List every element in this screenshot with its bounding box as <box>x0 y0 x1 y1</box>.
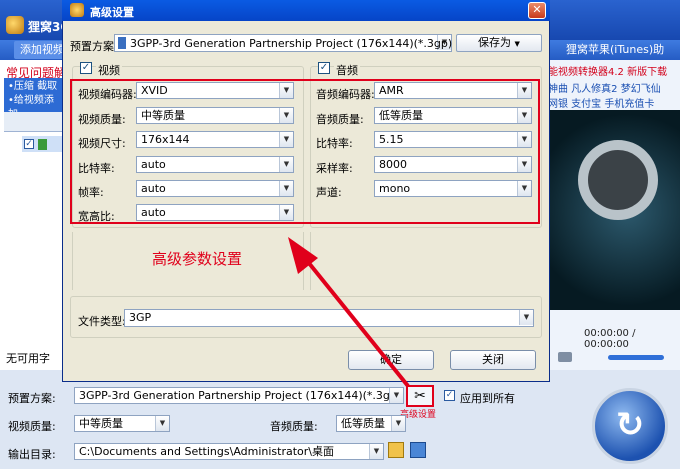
preset-select[interactable]: 3GPP-3rd Generation Partnership Project … <box>74 387 404 404</box>
video-quality-select[interactable]: 中等质量 ▼ <box>74 415 170 432</box>
chevron-down-icon: ▼ <box>389 388 403 403</box>
open-folder-icon[interactable] <box>410 442 426 458</box>
audio-quality-value: 低等质量 <box>341 417 385 430</box>
snapshot-icon[interactable] <box>558 352 572 362</box>
app-logo-icon <box>70 3 84 17</box>
tips-box: •压缩 截取 •给视频添加 <box>4 78 64 120</box>
convert-button[interactable]: ↻ <box>592 388 668 464</box>
time-readout: 00:00:00 / 00:00:00 <box>584 328 636 350</box>
filetype-select[interactable]: 3GP ▼ <box>124 309 534 327</box>
ad-link-2[interactable]: 神曲 凡人修真2 梦幻飞仙 <box>548 80 661 95</box>
chevron-down-icon: ▼ <box>155 416 169 431</box>
audio-quality-select[interactable]: 低等质量 ▼ <box>336 415 406 432</box>
close-button[interactable]: 关闭 <box>450 350 536 370</box>
output-dir-value: C:\Documents and Settings\Administrator\… <box>79 445 335 458</box>
audio-group-title: 音频 <box>334 62 360 78</box>
close-icon[interactable]: ✕ <box>528 2 546 19</box>
audio-enable-checkbox[interactable]: ✓ <box>318 62 330 74</box>
apply-all-label: 应用到所有 <box>460 392 515 405</box>
audio-quality-label: 音频质量: <box>270 420 318 433</box>
chevron-down-icon: ▼ <box>519 310 533 325</box>
filetype-value: 3GP <box>129 311 152 324</box>
highlight-box <box>70 79 540 224</box>
chevron-down-icon: ▼ <box>391 416 405 431</box>
ad-link-1[interactable]: 能视频转换器4.2 新版下载 <box>548 63 667 78</box>
save-as-button[interactable]: 保存为 ▼ <box>456 34 542 52</box>
annotation-caption: 高级参数设置 <box>152 250 243 268</box>
advanced-settings-button[interactable]: ✂ <box>406 385 434 407</box>
dialog-preset-label: 预置方案: <box>70 40 118 53</box>
tip-compress[interactable]: •压缩 截取 <box>8 80 60 94</box>
preset-label: 预置方案: <box>8 392 56 405</box>
refresh-icon: ↻ <box>615 405 645 445</box>
ok-button[interactable]: 确定 <box>348 350 434 370</box>
phone-icon <box>118 37 126 49</box>
list-header <box>4 112 64 132</box>
browse-folder-icon[interactable] <box>388 442 404 458</box>
filetype-label: 文件类型: <box>78 315 126 328</box>
volume-slider[interactable] <box>608 355 664 360</box>
audio-group-lower <box>310 232 542 290</box>
video-group-title: 视频 <box>96 62 122 78</box>
subtitle-select[interactable]: 无可用字 <box>6 350 50 366</box>
tools-icon: ✂ <box>414 388 426 404</box>
output-dir-select[interactable]: C:\Documents and Settings\Administrator\… <box>74 443 384 460</box>
dialog-title-bar <box>62 0 550 21</box>
ad-link-3[interactable]: 网银 支付宝 手机充值卡 <box>548 95 654 110</box>
film-reel-icon <box>578 140 658 220</box>
save-as-label: 保存为 <box>478 36 512 49</box>
video-quality-label: 视频质量: <box>8 420 56 433</box>
preset-value: 3GPP-3rd Generation Partnership Project … <box>79 389 402 402</box>
row-checkbox[interactable]: ✓ <box>24 139 34 149</box>
output-dir-label: 输出目录: <box>8 448 56 461</box>
video-quality-value: 中等质量 <box>79 417 123 430</box>
file-icon <box>38 139 47 150</box>
video-enable-checkbox[interactable]: ✓ <box>80 62 92 74</box>
dialog-preset-value: 3GPP-3rd Generation Partnership Project … <box>130 37 453 50</box>
apply-all-checkbox[interactable]: ✓ <box>444 390 455 401</box>
chevron-down-icon: ▼ <box>369 444 383 459</box>
chevron-down-icon: ▼ <box>514 40 520 48</box>
app-logo-icon <box>6 16 24 34</box>
dialog-title: 高级设置 <box>90 6 134 19</box>
itunes-helper-button[interactable]: 狸窝苹果(iTunes)助手 <box>560 41 680 74</box>
